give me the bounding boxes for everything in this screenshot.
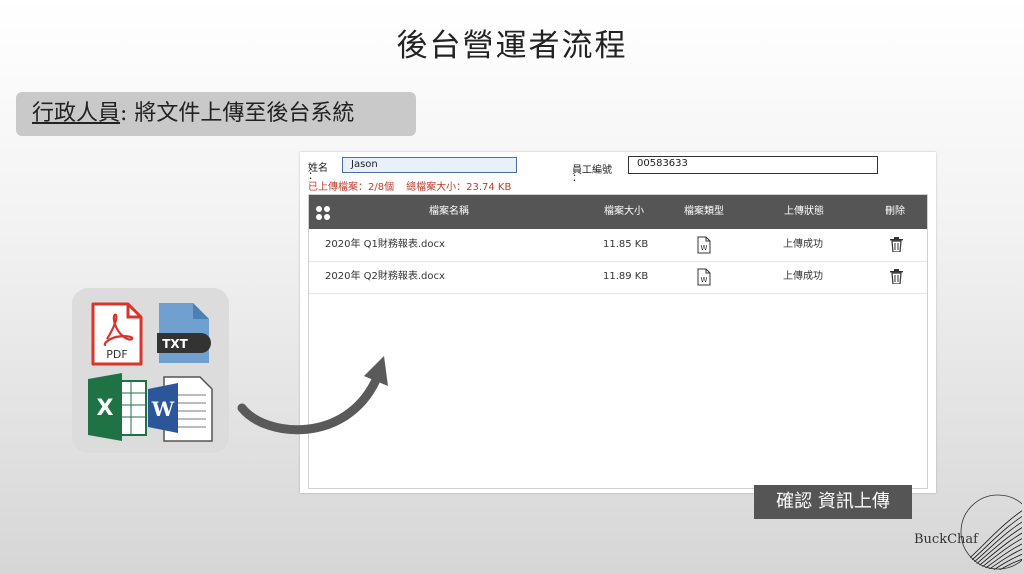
name-field[interactable]: Jason [342, 157, 517, 173]
grid-dots-icon[interactable] [315, 205, 331, 221]
file-name: 2020年 Q1財務報表.docx [325, 239, 445, 250]
pdf-file-icon: PDF [91, 302, 143, 366]
trash-icon[interactable] [890, 269, 903, 284]
role-label: 行政人員 [32, 101, 121, 126]
word-file-icon: W [148, 376, 213, 442]
total-size: 總檔案大小：23.74 KB [406, 182, 512, 193]
file-name: 2020年 Q2財務報表.docx [325, 271, 445, 282]
upload-status: 上傳成功 [783, 239, 823, 250]
curved-arrow-icon [237, 356, 388, 435]
file-table: 檔案名稱 檔案大小 檔案類型 上傳狀態 刪除 2020年 Q1財務報表.docx… [308, 194, 928, 519]
trash-icon[interactable] [890, 237, 903, 252]
header-file-name: 檔案名稱 [429, 206, 469, 217]
role-heading: 行政人員: 將文件上傳至後台系統 [16, 92, 416, 136]
excel-file-icon: X [88, 373, 147, 441]
excel-label: X [97, 396, 114, 421]
confirm-upload-button[interactable]: 確認 資訊上傳 [754, 485, 912, 519]
employee-id-field[interactable]: 00583633 [628, 156, 878, 174]
txt-label: TXT [162, 337, 188, 351]
role-description: : 將文件上傳至後台系統 [120, 101, 355, 126]
word-doc-icon: W [697, 268, 711, 286]
header-file-type: 檔案類型 [684, 206, 724, 217]
file-size: 11.85 KB [603, 239, 649, 250]
upload-status: 上傳成功 [783, 271, 823, 282]
file-types-group: PDF TXT X W [72, 288, 229, 453]
table-row: 2020年 Q1財務報表.docx 11.85 KB W 上傳成功 [309, 229, 927, 262]
svg-text:W: W [701, 276, 708, 284]
header-upload-status: 上傳狀態 [784, 206, 824, 217]
header-file-size: 檔案大小 [604, 206, 644, 217]
slide-title: 後台營運者流程 [396, 28, 628, 64]
table-row: 2020年 Q2財務報表.docx 11.89 KB W 上傳成功 [309, 261, 927, 294]
brand-name: BuckChaf [914, 532, 978, 547]
svg-text:W: W [701, 244, 708, 252]
upload-stats: 已上傳檔案：2/8個 總檔案大小：23.74 KB [308, 178, 511, 193]
txt-file-icon: TXT [157, 303, 211, 363]
word-doc-icon: W [697, 236, 711, 254]
brand-logo-icon [960, 494, 1022, 570]
header-delete: 刪除 [885, 206, 905, 217]
word-label: W [151, 397, 175, 421]
employee-id-label-colon: ： [572, 173, 582, 184]
pdf-label: PDF [106, 348, 127, 361]
uploaded-count: 已上傳檔案：2/8個 [308, 182, 395, 193]
table-header: 檔案名稱 檔案大小 檔案類型 上傳狀態 刪除 [309, 195, 927, 229]
file-size: 11.89 KB [603, 271, 649, 282]
